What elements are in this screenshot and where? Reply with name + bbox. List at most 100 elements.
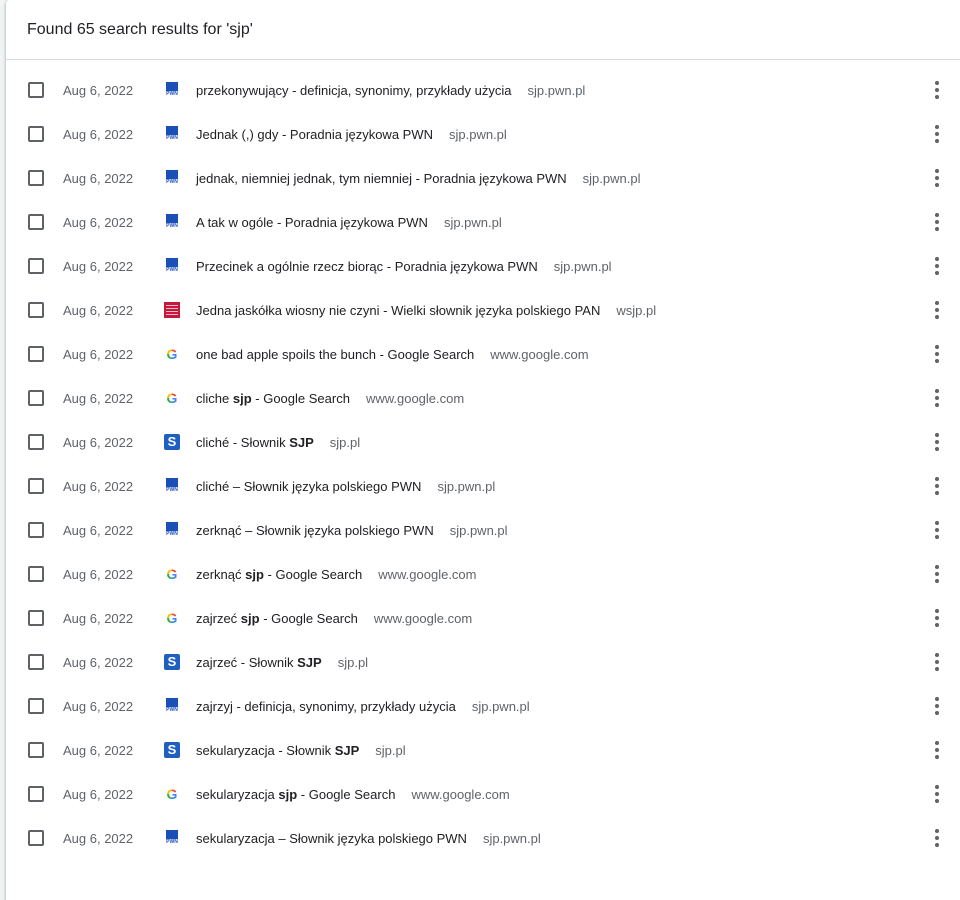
entry-title-link[interactable]: sekularyzacja sjp - Google Search www.goo… (196, 787, 510, 802)
history-entry[interactable]: Aug 6, 2022 Scliché - Słownik SJP sjp.pl (6, 420, 960, 464)
history-entry[interactable]: Aug 6, 2022 PWN zajrzyj - definicja, synon… (6, 684, 960, 728)
entry-date: Aug 6, 2022 (63, 434, 134, 450)
more-actions-icon[interactable] (930, 740, 944, 760)
entry-domain: www.google.com (411, 786, 510, 802)
pwn-icon: PWN (164, 82, 180, 98)
entry-checkbox[interactable] (28, 830, 44, 846)
sjp-logo-letter: S (164, 742, 180, 758)
more-actions-icon[interactable] (930, 784, 944, 804)
history-entry[interactable]: Aug 6, 2022 PWN A tak w ogóle - Poradnia j… (6, 200, 960, 244)
entry-checkbox[interactable] (28, 566, 44, 582)
entry-title-link[interactable]: cliché – Słownik języka polskiego PWN sjp… (196, 479, 495, 494)
title-highlight: SJP (289, 434, 314, 450)
entry-domain: sjp.pwn.pl (437, 478, 496, 494)
entry-checkbox[interactable] (28, 258, 44, 274)
more-actions-icon[interactable] (930, 828, 944, 848)
pwn-logo-shape: PWN (164, 214, 180, 230)
history-entry[interactable]: Aug 6, 2022 Gzerknąć sjp - Google Search w… (6, 552, 960, 596)
history-entry[interactable]: Aug 6, 2022 PWN sekularyzacja – Słownik ję… (6, 816, 960, 860)
entry-title-link[interactable]: zajrzyj - definicja, synonimy, przykłady… (196, 699, 530, 714)
more-actions-icon[interactable] (930, 168, 944, 188)
more-actions-icon[interactable] (930, 696, 944, 716)
entry-title-link[interactable]: Jedna jaskółka wiosny nie czyni - Wielki… (196, 303, 656, 318)
entry-checkbox[interactable] (28, 742, 44, 758)
entry-checkbox[interactable] (28, 346, 44, 362)
entry-title-link[interactable]: one bad apple spoils the bunch - Google … (196, 347, 589, 362)
title-text: Jednak (,) gdy - Poradnia językowa PWN (196, 126, 433, 142)
entry-checkbox[interactable] (28, 214, 44, 230)
history-entry[interactable]: Aug 6, 2022 Gzajrzeć sjp - Google Search w… (6, 596, 960, 640)
entry-domain: sjp.pwn.pl (471, 698, 530, 714)
more-actions-icon[interactable] (930, 608, 944, 628)
entry-checkbox[interactable] (28, 170, 44, 186)
entry-domain: www.google.com (373, 610, 473, 626)
history-entry[interactable]: Aug 6, 2022 PWN zerknąć – Słownik języka p… (6, 508, 960, 552)
entry-checkbox[interactable] (28, 478, 44, 494)
pwn-icon: PWN (164, 830, 180, 846)
entry-domain: sjp.pwn.pl (527, 82, 586, 98)
history-entry[interactable]: Aug 6, 2022 Gone bad apple spoils the bun… (6, 332, 960, 376)
entry-checkbox[interactable] (28, 126, 44, 142)
title-text: Przecinek a ogólnie rzecz biorąc - Porad… (196, 258, 538, 274)
wsjp-icon (164, 302, 180, 318)
entry-date: Aug 6, 2022 (63, 610, 134, 626)
title-text: Jedna jaskółka wiosny nie czyni - Wielki… (196, 302, 601, 318)
entry-title-link[interactable]: zajrzeć sjp - Google Search www.google.co… (196, 611, 472, 626)
entry-checkbox[interactable] (28, 654, 44, 670)
history-entry[interactable]: Aug 6, 2022 Gsekularyzacja sjp - Google S… (6, 772, 960, 816)
entry-checkbox[interactable] (28, 610, 44, 626)
history-entry[interactable]: Aug 6, 2022 Ssekularyzacja - Słownik SJP s… (6, 728, 960, 772)
history-entry[interactable]: Aug 6, 2022 PWN cliché – Słownik języka po… (6, 464, 960, 508)
more-actions-icon[interactable] (930, 432, 944, 452)
history-entry[interactable]: Aug 6, 2022 PWN przekonywujący - definicja… (6, 68, 960, 112)
entry-title-link[interactable]: Jednak (,) gdy - Poradnia językowa PWN sj… (196, 127, 507, 142)
entry-checkbox[interactable] (28, 302, 44, 318)
pwn-icon: PWN (164, 698, 180, 714)
entry-title-link[interactable]: zerknąć sjp - Google Search www.google.co… (196, 567, 477, 582)
entry-title-link[interactable]: przekonywujący - definicja, synonimy, pr… (196, 83, 585, 98)
entry-title-link[interactable]: sekularyzacja – Słownik języka polskiego… (196, 831, 541, 846)
more-actions-icon[interactable] (930, 564, 944, 584)
more-actions-icon[interactable] (930, 344, 944, 364)
entry-checkbox[interactable] (28, 82, 44, 98)
more-actions-icon[interactable] (930, 124, 944, 144)
history-entry[interactable]: Aug 6, 2022 PWN jednak, niemniej jednak, t… (6, 156, 960, 200)
entry-title-link[interactable]: zerknąć – Słownik języka polskiego PWN sj… (196, 523, 508, 538)
more-actions-icon[interactable] (930, 80, 944, 100)
entry-title-link[interactable]: sekularyzacja - Słownik SJP sjp.pl (196, 743, 406, 758)
entry-checkbox[interactable] (28, 522, 44, 538)
entry-title-link[interactable]: Przecinek a ogólnie rzecz biorąc - Porad… (196, 259, 612, 274)
history-entry[interactable]: Aug 6, 2022 Jedna jaskółka wiosny nie czy… (6, 288, 960, 332)
entry-checkbox[interactable] (28, 786, 44, 802)
entry-domain: sjp.pl (329, 434, 361, 450)
pwn-logo-text: PWN (166, 91, 178, 97)
more-actions-icon[interactable] (930, 520, 944, 540)
entry-title-link[interactable]: cliché - Słownik SJP sjp.pl (196, 435, 360, 450)
more-actions-icon[interactable] (930, 388, 944, 408)
history-entry[interactable]: Aug 6, 2022 PWN Przecinek a ogólnie rzecz … (6, 244, 960, 288)
title-text: zajrzeć (196, 610, 241, 626)
pwn-logo-shape: PWN (164, 82, 180, 98)
more-actions-icon[interactable] (930, 256, 944, 276)
title-text: zerknąć (196, 566, 246, 582)
pwn-logo-top (166, 214, 178, 223)
more-actions-icon[interactable] (930, 300, 944, 320)
entry-checkbox[interactable] (28, 698, 44, 714)
entry-checkbox[interactable] (28, 434, 44, 450)
entry-date: Aug 6, 2022 (63, 302, 134, 318)
entry-title-link[interactable]: zajrzeć - Słownik SJP sjp.pl (196, 655, 368, 670)
pwn-icon: PWN (164, 522, 180, 538)
entry-title-link[interactable]: cliche sjp - Google Search www.google.com (196, 391, 464, 406)
entry-domain: sjp.pwn.pl (482, 830, 541, 846)
pwn-logo-shape: PWN (164, 522, 180, 538)
entry-title-link[interactable]: A tak w ogóle - Poradnia językowa PWN sjp… (196, 215, 502, 230)
entry-domain: sjp.pwn.pl (553, 258, 612, 274)
entry-title-link[interactable]: jednak, niemniej jednak, tym niemniej - … (196, 171, 640, 186)
history-entry[interactable]: Aug 6, 2022 PWN Jednak (,) gdy - Poradnia … (6, 112, 960, 156)
history-entry[interactable]: Aug 6, 2022 Szajrzeć - Słownik SJP sjp.pl (6, 640, 960, 684)
more-actions-icon[interactable] (930, 476, 944, 496)
more-actions-icon[interactable] (930, 212, 944, 232)
history-entry[interactable]: Aug 6, 2022 Gcliche sjp - Google Search ww… (6, 376, 960, 420)
entry-checkbox[interactable] (28, 390, 44, 406)
more-actions-icon[interactable] (930, 652, 944, 672)
